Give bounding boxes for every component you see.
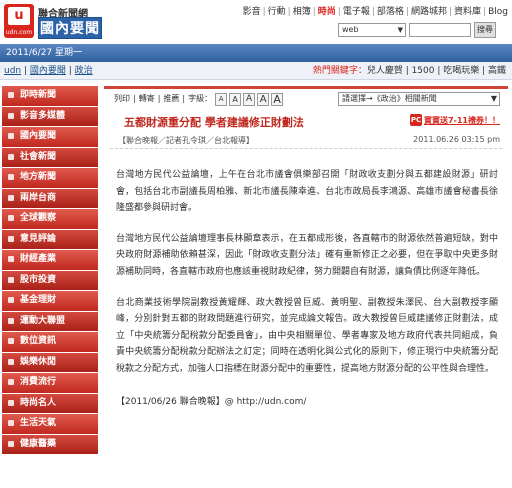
search-scope-select[interactable]: web ▼ xyxy=(338,23,406,37)
top-nav-item[interactable]: 相簿 xyxy=(291,7,313,17)
breadcrumb: udn | 國內要聞 | 政治 熱門關鍵字：兒人慶賀 | 1500 | 吃喝玩樂… xyxy=(0,62,512,80)
top-nav-item[interactable]: 部落格 xyxy=(375,7,406,17)
article-footer: 【2011/06/26 聯合晚報】@ http://udn.com/ xyxy=(116,396,307,407)
hot-keywords[interactable]: 熱門關鍵字：兒人慶賀 | 1500 | 吃喝玩樂 | 高鐵 xyxy=(313,62,506,80)
promo-link[interactable]: PC 寶寶送7-11禮券！！ xyxy=(409,114,500,126)
sidebar-item[interactable]: 股市投資 xyxy=(2,270,98,290)
article-paragraph: 台北商業技術學院副教授黃耀輝、政大教授曾巨威、黃明聖、副教授朱澤民、台大副教授李… xyxy=(116,297,498,374)
font-size-label: 字級： xyxy=(188,94,213,103)
chevron-down-icon: ▼ xyxy=(490,94,497,103)
sidebar-item[interactable]: 健康醫藥 xyxy=(2,434,98,454)
article-paragraph: 台灣地方民代公益論壇，上午在台北市議會俱樂部召開「財政收支劃分與五都建設財源」研… xyxy=(116,170,498,214)
article-panel: 列印 | 轉寄 | 推薦 | 字級： A A A A A 請選擇→《政治》相關新聞 ▼… xyxy=(104,86,508,488)
udn-logo[interactable]: u udn.com xyxy=(4,4,34,38)
search-input[interactable] xyxy=(409,23,471,37)
article-body: 台灣地方民代公益論壇，上午在台北市議會俱樂部召開「財政收支劃分與五都建設財源」研… xyxy=(104,167,508,407)
recommend-link[interactable]: 推薦 xyxy=(163,90,179,108)
sidebar-item[interactable]: 兩岸台商 xyxy=(2,188,98,208)
top-nav-item[interactable]: 資料庫 xyxy=(452,7,483,17)
sidebar-item[interactable]: 即時新聞 xyxy=(2,86,98,106)
related-news-select[interactable]: 請選擇→《政治》相關新聞 ▼ xyxy=(338,92,500,106)
top-nav-item[interactable]: Blog xyxy=(486,7,510,17)
sidebar-item[interactable]: 時尚名人 xyxy=(2,393,98,413)
sidebar-item[interactable]: 運動大聯盟 xyxy=(2,311,98,331)
top-nav-item[interactable]: 時尚 xyxy=(316,7,338,17)
font-size-4-button[interactable]: A xyxy=(257,92,270,106)
hot-keywords-label: 熱門關鍵字： xyxy=(312,66,367,76)
logo-domain: udn.com xyxy=(5,29,33,36)
article-toolbar: 列印 | 轉寄 | 推薦 | 字級： A A A A A 請選擇→《政治》相關新聞 ▼ xyxy=(104,89,508,109)
sidebar-item[interactable]: 生活天氣 xyxy=(2,414,98,434)
article-paragraph: 台灣地方民代公益論壇理事長林顯章表示，在五都成形後，各直轄市的財源依然普遍短缺，… xyxy=(116,233,498,277)
related-news-value: 請選擇→《政治》相關新聞 xyxy=(342,94,437,103)
breadcrumb-domestic[interactable]: 國內要聞 xyxy=(30,66,66,76)
article-meta: 【聯合晚報／記者孔令琪／台北報導】 2011.06.26 03:15 pm xyxy=(110,131,502,149)
search-scope-value: web xyxy=(342,25,359,34)
sidebar-item[interactable]: 財經產業 xyxy=(2,250,98,270)
sidebar-item[interactable]: 意見評論 xyxy=(2,229,98,249)
top-nav: 影音 | 行動 | 相簿 | 時尚 | 電子報 | 部落格 | 網路城邦 | 資料庫 | Blog xyxy=(241,4,510,17)
chevron-down-icon: ▼ xyxy=(397,26,403,34)
forward-link[interactable]: 轉寄 xyxy=(139,90,155,108)
sidebar-item[interactable]: 數位資訊 xyxy=(2,332,98,352)
promo-icon: PC xyxy=(409,114,422,126)
sidebar-item[interactable]: 影音多媒體 xyxy=(2,106,98,126)
font-size-3-button[interactable]: A xyxy=(243,92,256,106)
sidebar-item[interactable]: 娛樂休閒 xyxy=(2,352,98,372)
section-banner[interactable]: 國內要聞 xyxy=(38,17,102,39)
article-source: 【聯合晚報／記者孔令琪／台北報導】 xyxy=(118,136,254,145)
font-size-5-button[interactable]: A xyxy=(271,92,284,106)
sidebar-item[interactable]: 消費流行 xyxy=(2,373,98,393)
breadcrumb-politics[interactable]: 政治 xyxy=(75,66,93,76)
sidebar-item[interactable]: 社會新聞 xyxy=(2,147,98,167)
title-row: 五都財源重分配 學者建議修正財劃法 PC 寶寶送7-11禮券！！ xyxy=(104,109,508,131)
font-size-2-button[interactable]: A xyxy=(229,92,242,106)
font-size-1-button[interactable]: A xyxy=(215,92,228,106)
logo-letter: u xyxy=(8,7,30,25)
article-title: 五都財源重分配 學者建議修正財劃法 xyxy=(124,116,304,129)
print-link[interactable]: 列印 xyxy=(114,90,130,108)
breadcrumb-udn[interactable]: udn xyxy=(4,66,21,76)
promo-text[interactable]: 寶寶送7-11禮券！！ xyxy=(424,115,500,126)
top-nav-item[interactable]: 影音 xyxy=(241,7,263,17)
hot-keywords-list[interactable]: 兒人慶賀 | 1500 | 吃喝玩樂 | 高鐵 xyxy=(367,66,506,76)
top-nav-item[interactable]: 網路城邦 xyxy=(409,7,449,17)
sidebar-item[interactable]: 國內要聞 xyxy=(2,127,98,147)
date-bar: 2011/6/27 星期一 xyxy=(0,44,512,62)
search-button[interactable]: 搜尋 xyxy=(474,22,496,38)
top-nav-item[interactable]: 行動 xyxy=(266,7,288,17)
search-bar: web ▼ 搜尋 xyxy=(338,22,496,38)
top-nav-item[interactable]: 電子報 xyxy=(341,7,372,17)
sidebar-item[interactable]: 全球觀察 xyxy=(2,209,98,229)
site-header: u udn.com 聯合新聞網 國內要聞 影音 | 行動 | 相簿 | 時尚 | 電子報 | 部落格… xyxy=(0,0,512,44)
sidebar: 即時新聞 影音多媒體 國內要聞 社會新聞 地方新聞 兩岸台商 全球觀察 意見評論 財經產業 股市投… xyxy=(2,86,98,455)
sidebar-item[interactable]: 基金理財 xyxy=(2,291,98,311)
sidebar-item[interactable]: 地方新聞 xyxy=(2,168,98,188)
article-timestamp: 2011.06.26 03:15 pm xyxy=(413,135,500,144)
